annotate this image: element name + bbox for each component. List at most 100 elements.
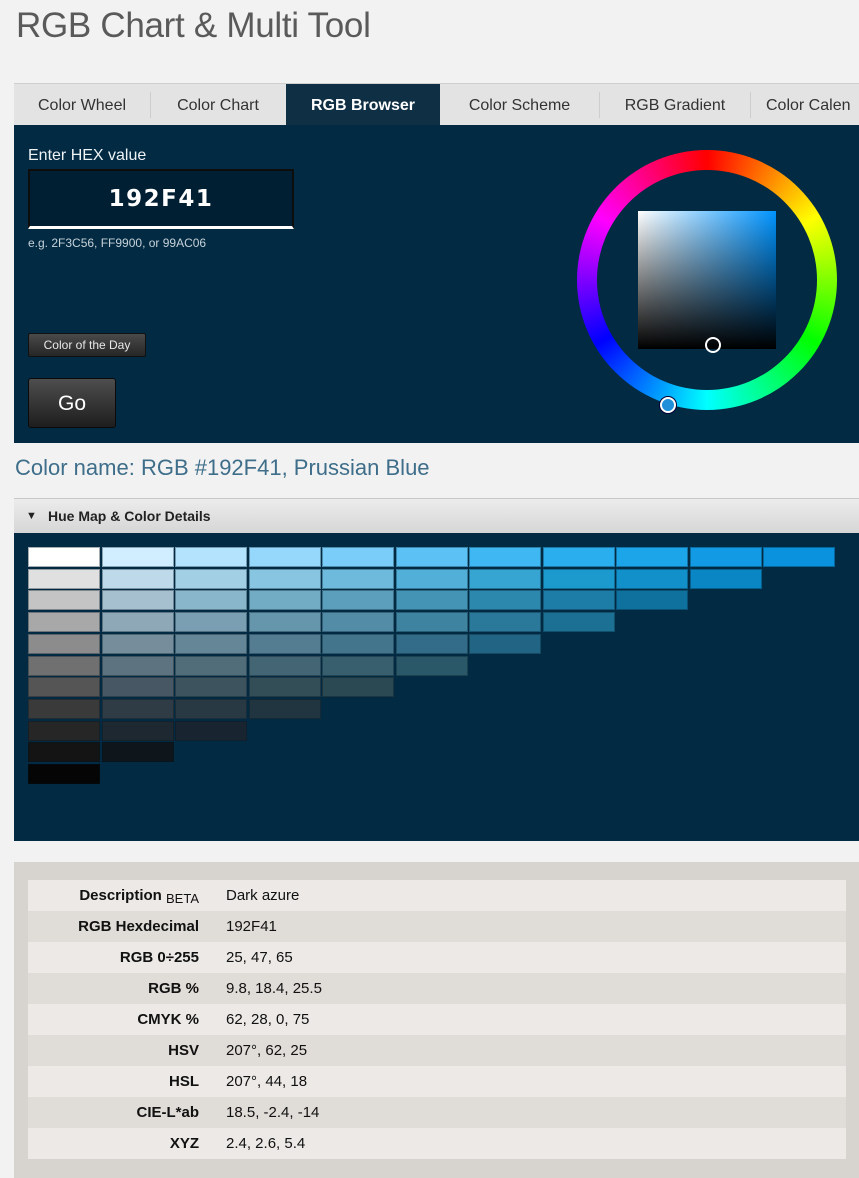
detail-value: Dark azure: [226, 887, 300, 904]
hue-swatch[interactable]: [175, 547, 247, 567]
hue-swatch[interactable]: [763, 547, 835, 567]
detail-value: 207°, 44, 18: [226, 1073, 308, 1090]
hue-swatch[interactable]: [322, 590, 394, 611]
hue-swatch[interactable]: [248, 568, 321, 589]
hue-swatch[interactable]: [28, 547, 100, 567]
hue-swatch[interactable]: [248, 633, 321, 654]
hue-swatch[interactable]: [28, 612, 100, 633]
hue-swatch[interactable]: [248, 677, 321, 698]
hue-swatch[interactable]: [175, 633, 247, 654]
hue-swatch[interactable]: [101, 612, 174, 633]
hue-swatch[interactable]: [469, 568, 541, 589]
hue-swatch[interactable]: [28, 590, 100, 611]
hue-swatch[interactable]: [101, 655, 174, 676]
hue-swatch[interactable]: [28, 742, 100, 763]
hue-swatch[interactable]: [395, 568, 468, 589]
hue-swatch[interactable]: [395, 612, 468, 633]
detail-row: HSV 207°, 62, 25: [28, 1035, 846, 1066]
hue-swatch[interactable]: [322, 612, 394, 633]
hue-swatch[interactable]: [322, 633, 394, 654]
hue-swatch[interactable]: [175, 612, 247, 633]
hue-swatch[interactable]: [322, 677, 394, 698]
hue-swatch[interactable]: [395, 633, 468, 654]
triangle-down-icon: ▼: [26, 510, 37, 522]
hue-swatch[interactable]: [616, 590, 688, 611]
hue-swatch[interactable]: [322, 547, 394, 567]
hue-swatch[interactable]: [542, 568, 615, 589]
hue-swatch[interactable]: [322, 655, 394, 676]
tab-color-wheel[interactable]: Color Wheel: [14, 84, 150, 126]
hue-swatch[interactable]: [28, 698, 100, 719]
hue-swatch[interactable]: [469, 590, 541, 611]
hue-swatch[interactable]: [542, 547, 615, 567]
hue-swatch[interactable]: [469, 633, 541, 654]
tab-rgb-browser[interactable]: RGB Browser: [286, 84, 440, 126]
detail-label: CIE-L*ab: [136, 1104, 199, 1121]
hue-swatch[interactable]: [28, 655, 100, 676]
hue-swatch[interactable]: [175, 720, 247, 741]
hue-swatch[interactable]: [616, 568, 688, 589]
hue-swatch[interactable]: [101, 547, 174, 567]
hue-swatch[interactable]: [248, 612, 321, 633]
hue-swatch[interactable]: [28, 633, 100, 654]
detail-label: RGB Hexdecimal: [78, 918, 199, 935]
hue-map-toggle[interactable]: ▼ Hue Map & Color Details: [14, 498, 859, 534]
detail-row: Description BETA Dark azure: [28, 880, 846, 911]
detail-row: CMYK % 62, 28, 0, 75: [28, 1004, 846, 1035]
hue-swatch[interactable]: [395, 590, 468, 611]
detail-value: 2.4, 2.6, 5.4: [226, 1135, 306, 1152]
color-wheel[interactable]: [577, 150, 837, 413]
hue-swatch[interactable]: [101, 568, 174, 589]
hue-swatch[interactable]: [101, 633, 174, 654]
hue-swatch[interactable]: [101, 698, 174, 719]
hue-swatch[interactable]: [248, 590, 321, 611]
hue-swatch[interactable]: [28, 764, 100, 784]
hue-swatch[interactable]: [175, 677, 247, 698]
hue-swatch[interactable]: [689, 547, 762, 567]
color-of-the-day-button[interactable]: Color of the Day: [28, 333, 146, 357]
hue-swatch[interactable]: [101, 677, 174, 698]
tab-color-chart[interactable]: Color Chart: [151, 84, 285, 126]
tab-separator: [750, 92, 751, 118]
section-title: Hue Map & Color Details: [48, 508, 211, 524]
hue-swatch[interactable]: [175, 698, 247, 719]
detail-label: RGB %: [148, 980, 199, 997]
go-button[interactable]: Go: [28, 378, 116, 428]
hue-swatch[interactable]: [248, 698, 321, 719]
detail-label: RGB 0÷255: [119, 949, 199, 966]
hue-swatch[interactable]: [28, 677, 100, 698]
hue-swatch[interactable]: [616, 547, 688, 567]
hue-swatch[interactable]: [101, 590, 174, 611]
tab-rgb-gradient[interactable]: RGB Gradient: [600, 84, 750, 126]
hue-swatch[interactable]: [175, 655, 247, 676]
hue-picker-handle[interactable]: [660, 397, 676, 413]
hue-swatch[interactable]: [175, 590, 247, 611]
detail-label: HSL: [169, 1073, 199, 1090]
hue-swatch[interactable]: [175, 568, 247, 589]
hue-swatch[interactable]: [689, 568, 762, 589]
hue-swatch[interactable]: [101, 720, 174, 741]
detail-value: 25, 47, 65: [226, 949, 293, 966]
detail-value: 18.5, -2.4, -14: [226, 1104, 320, 1121]
hue-swatch[interactable]: [248, 547, 321, 567]
tab-color-calendar[interactable]: Color Calen: [766, 84, 859, 126]
hue-swatch[interactable]: [248, 655, 321, 676]
hue-swatch[interactable]: [469, 612, 541, 633]
hex-input[interactable]: 192F41: [28, 169, 294, 229]
hue-swatch[interactable]: [395, 547, 468, 567]
hue-swatch[interactable]: [28, 720, 100, 741]
hue-swatch[interactable]: [322, 568, 394, 589]
hue-swatch[interactable]: [469, 547, 541, 567]
saturation-value-square[interactable]: [638, 211, 776, 349]
detail-value: 207°, 62, 25: [226, 1042, 308, 1059]
tab-color-scheme[interactable]: Color Scheme: [440, 84, 599, 126]
tab-bar: Color Wheel Color Chart RGB Browser Colo…: [14, 83, 859, 126]
hue-swatch[interactable]: [542, 590, 615, 611]
hue-swatch[interactable]: [101, 742, 174, 763]
sv-picker-handle[interactable]: [705, 337, 721, 353]
detail-row: HSL 207°, 44, 18: [28, 1066, 846, 1097]
hue-swatch[interactable]: [542, 612, 615, 633]
hue-swatch[interactable]: [28, 568, 100, 589]
hue-swatch[interactable]: [395, 655, 468, 676]
detail-label: CMYK %: [137, 1011, 199, 1028]
